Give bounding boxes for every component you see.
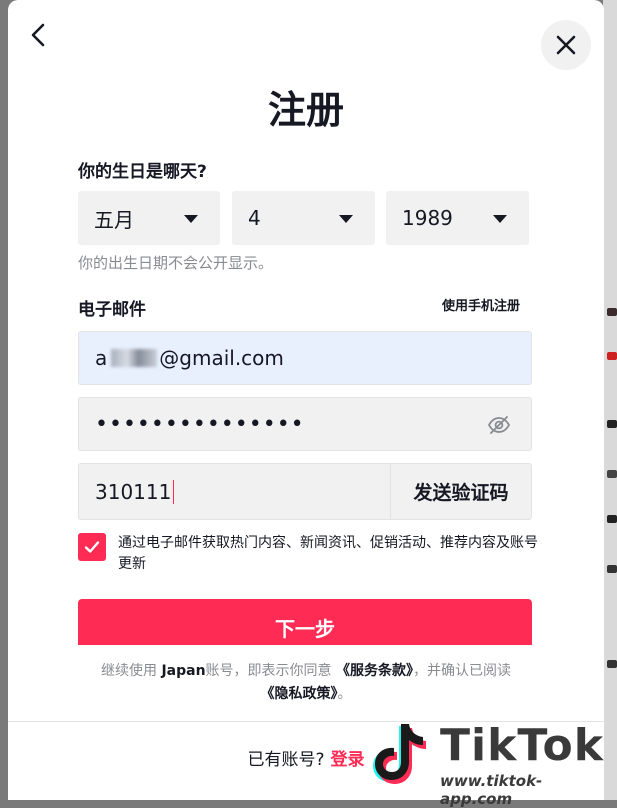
caret-down-icon	[493, 215, 507, 223]
text-cursor	[173, 479, 175, 504]
birthday-privacy-hint: 你的出生日期不会公开显示。	[78, 254, 274, 272]
footer: 已有账号? 登录	[8, 747, 604, 773]
use-phone-link[interactable]: 使用手机注册	[442, 297, 520, 317]
month-value: 五月	[94, 207, 134, 232]
login-link[interactable]: 登录	[331, 750, 365, 770]
password-masked-value: •••••••••••••••	[95, 411, 305, 437]
footer-divider	[8, 721, 604, 722]
page-title: 注册	[267, 88, 344, 132]
email-input[interactable]: a @gmail.com	[78, 331, 532, 385]
email-label: 电子邮件	[78, 300, 146, 320]
legal-text: 。	[337, 686, 352, 702]
marketing-consent-text: 通过电子邮件获取热门内容、新闻资讯、促销活动、推荐内容及账号更新	[118, 535, 538, 572]
background-thumb	[607, 660, 617, 668]
signup-modal: 注册 你的生日是哪天? 五月 4 1989 你的出生日期不会公开显示。 电子邮件…	[8, 0, 604, 800]
day-select[interactable]: 4	[232, 191, 375, 245]
legal-text: ，并确认已阅读	[413, 663, 511, 679]
verification-code-input[interactable]: 310111	[78, 463, 390, 520]
redacted-text	[111, 349, 158, 367]
background-thumb	[607, 420, 617, 428]
background-thumb	[607, 352, 617, 360]
privacy-policy-link[interactable]: 《隐私政策》	[261, 686, 338, 702]
eye-off-icon[interactable]	[487, 413, 511, 437]
year-value: 1989	[402, 206, 453, 230]
background-thumb	[607, 515, 617, 523]
password-input[interactable]: •••••••••••••••	[78, 397, 532, 451]
caret-down-icon	[339, 215, 353, 223]
birthday-label: 你的生日是哪天?	[78, 162, 207, 182]
send-code-button[interactable]: 发送验证码	[390, 463, 532, 520]
email-value-prefix: a	[95, 346, 108, 370]
legal-app-name: Japan	[161, 663, 206, 679]
legal-text: 账号，即表示你同意	[205, 663, 332, 679]
marketing-consent-checkbox[interactable]	[78, 533, 106, 561]
close-button[interactable]	[541, 20, 591, 70]
legal-notice: 继续使用 Japan账号，即表示你同意 《服务条款》，并确认已阅读 《隐私政策》…	[88, 660, 524, 706]
have-account-prompt: 已有账号?	[247, 750, 325, 770]
terms-of-service-link[interactable]: 《服务条款》	[336, 663, 413, 679]
background-thumb	[607, 470, 617, 478]
year-select[interactable]: 1989	[386, 191, 529, 245]
email-value-domain: @gmail.com	[159, 346, 284, 370]
check-icon	[84, 541, 100, 553]
background-thumb	[607, 308, 617, 316]
month-select[interactable]: 五月	[78, 191, 220, 245]
background-page-strip	[603, 0, 617, 800]
day-value: 4	[248, 206, 261, 230]
chevron-left-icon	[31, 23, 45, 47]
close-icon	[556, 35, 576, 55]
back-button[interactable]	[24, 20, 54, 50]
caret-down-icon	[184, 215, 198, 223]
background-thumb	[607, 565, 617, 573]
legal-text: 继续使用	[101, 663, 162, 679]
verification-code-value: 310111	[95, 479, 172, 504]
